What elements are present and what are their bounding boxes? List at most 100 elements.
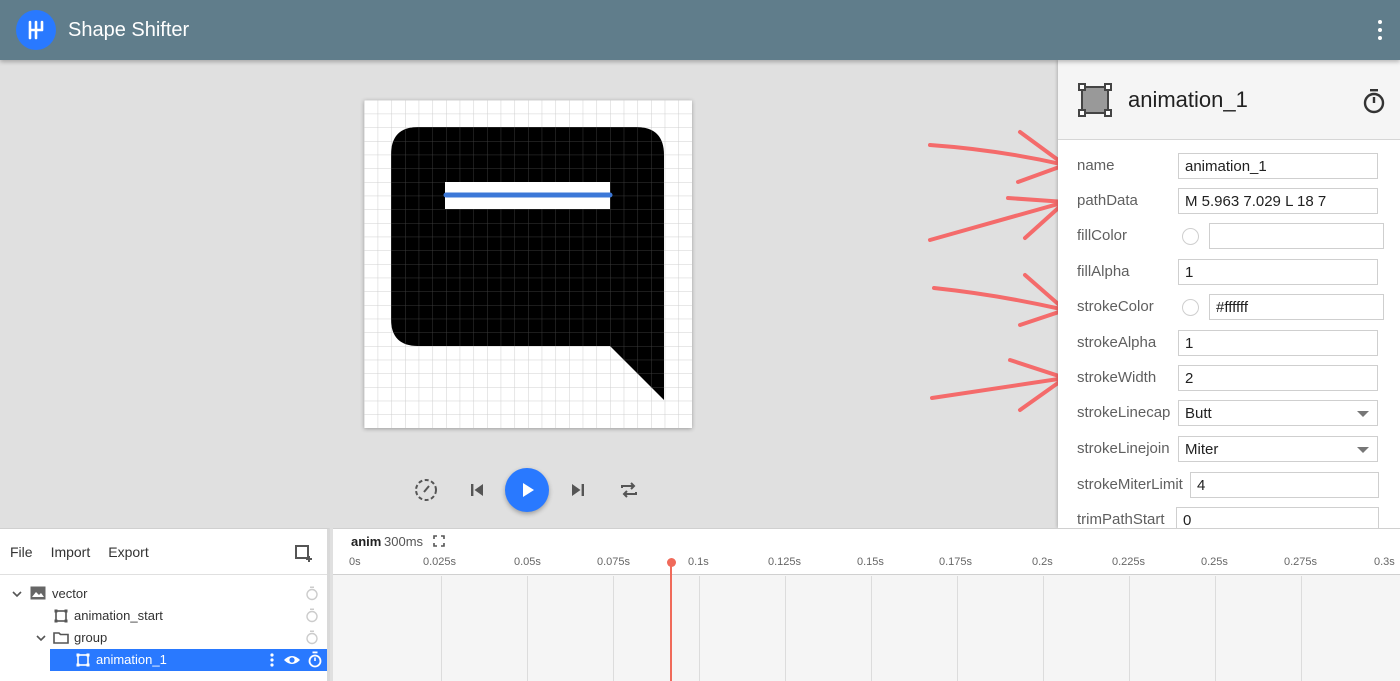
- prop-label: trimPathStart: [1077, 511, 1165, 528]
- layer-panel: File Import Export vector animation_star…: [0, 528, 330, 681]
- timeline-tick: 0.05s: [514, 556, 541, 568]
- path-icon: [54, 609, 68, 623]
- timeline-tick: 0.3s: [1374, 556, 1395, 568]
- strokewidth-input[interactable]: 2: [1178, 365, 1378, 391]
- strokemiterlimit-input[interactable]: 4: [1190, 472, 1379, 498]
- app-header: Shape Shifter: [0, 0, 1400, 60]
- layer-row-animation-1[interactable]: animation_1: [50, 649, 327, 671]
- prop-label: pathData: [1077, 192, 1138, 209]
- folder-icon: [53, 632, 69, 644]
- image-icon: [30, 586, 46, 600]
- prop-label: strokeAlpha: [1077, 334, 1157, 351]
- playhead[interactable]: [670, 562, 672, 681]
- visibility-icon[interactable]: [283, 653, 301, 667]
- prop-row-strokelinejoin: strokeLinejoin Miter: [1058, 432, 1400, 467]
- stopwatch-icon[interactable]: [307, 651, 323, 668]
- timeline-tick: 0.075s: [597, 556, 631, 568]
- trimpathstart-input[interactable]: 0: [1176, 507, 1379, 528]
- chevron-down-icon[interactable]: [36, 633, 46, 643]
- fillalpha-input[interactable]: 1: [1178, 259, 1378, 285]
- timeline-gridline: [871, 576, 872, 681]
- prop-row-strokelinecap: strokeLinecap Butt: [1058, 396, 1400, 431]
- stopwatch-icon[interactable]: [305, 586, 319, 601]
- animation-name[interactable]: anim: [351, 534, 381, 549]
- add-layer-icon[interactable]: [295, 545, 313, 563]
- property-panel: animation_1 name animation_1 pathData M …: [1058, 60, 1400, 528]
- export-menu[interactable]: Export: [108, 544, 148, 560]
- prop-row-fillalpha: fillAlpha 1: [1058, 255, 1400, 290]
- app-logo-icon: [16, 10, 56, 50]
- skip-next-icon[interactable]: [567, 478, 589, 502]
- prop-row-strokealpha: strokeAlpha 1: [1058, 326, 1400, 361]
- timeline-gridline: [441, 576, 442, 681]
- more-options-icon[interactable]: [270, 652, 274, 668]
- playhead-handle[interactable]: [667, 558, 676, 567]
- fullscreen-icon[interactable]: [433, 535, 445, 547]
- timeline-tick: 0s: [349, 556, 361, 568]
- strokecolor-swatch[interactable]: [1182, 299, 1199, 316]
- strokelinejoin-select[interactable]: Miter: [1178, 436, 1378, 462]
- stopwatch-icon[interactable]: [305, 630, 319, 645]
- prop-label: strokeLinejoin: [1077, 440, 1170, 457]
- select-value: Miter: [1185, 441, 1219, 458]
- more-menu-icon[interactable]: [1374, 18, 1386, 42]
- fillcolor-swatch[interactable]: [1182, 228, 1199, 245]
- stopwatch-icon[interactable]: [1362, 88, 1386, 114]
- timeline-gridline: [1129, 576, 1130, 681]
- timeline-tick: 0.1s: [688, 556, 709, 568]
- strokelinecap-select[interactable]: Butt: [1178, 400, 1378, 426]
- prop-label: name: [1077, 157, 1115, 174]
- timeline-gridline: [527, 576, 528, 681]
- prop-label: strokeLinecap: [1077, 404, 1171, 421]
- prop-row-strokecolor: strokeColor #ffffff: [1058, 290, 1400, 325]
- timeline-gridline: [699, 576, 700, 681]
- vector-canvas[interactable]: [364, 100, 692, 428]
- layer-label: group: [74, 630, 108, 645]
- property-title: animation_1: [1128, 86, 1248, 112]
- timeline-tick: 0.2s: [1032, 556, 1053, 568]
- prop-row-pathdata: pathData M 5.963 7.029 L 18 7: [1058, 184, 1400, 219]
- skip-previous-icon[interactable]: [466, 478, 488, 502]
- dropdown-arrow-icon: [1357, 447, 1369, 453]
- layer-row-group[interactable]: group: [0, 627, 327, 649]
- property-header: animation_1: [1058, 60, 1400, 140]
- canvas-area: [0, 60, 1058, 528]
- play-icon: [523, 483, 534, 497]
- path-layer-icon: [1078, 82, 1112, 117]
- file-menu[interactable]: File: [10, 544, 33, 560]
- timeline-tick: 0.275s: [1284, 556, 1318, 568]
- prop-row-strokewidth: strokeWidth 2: [1058, 361, 1400, 396]
- timeline-tick: 0.15s: [857, 556, 884, 568]
- stopwatch-icon[interactable]: [305, 608, 319, 623]
- repeat-icon[interactable]: [616, 477, 642, 503]
- timeline-tick: 0.175s: [939, 556, 973, 568]
- name-input[interactable]: animation_1: [1178, 153, 1378, 179]
- prop-label: fillAlpha: [1077, 263, 1130, 280]
- chevron-down-icon[interactable]: [12, 589, 22, 599]
- prop-row-strokemiterlimit: strokeMiterLimit 4: [1058, 468, 1400, 503]
- fillcolor-input[interactable]: [1209, 223, 1384, 249]
- prop-row-trimpathstart: trimPathStart 0: [1058, 503, 1400, 528]
- playback-speed-icon[interactable]: [412, 476, 440, 504]
- pathdata-input[interactable]: M 5.963 7.029 L 18 7: [1178, 188, 1378, 214]
- timeline-tick: 0.025s: [423, 556, 457, 568]
- prop-row-fillcolor: fillColor: [1058, 219, 1400, 254]
- app-title: Shape Shifter: [68, 18, 190, 41]
- import-menu[interactable]: Import: [51, 544, 91, 560]
- strokecolor-input[interactable]: #ffffff: [1209, 294, 1384, 320]
- select-value: Butt: [1185, 405, 1212, 422]
- prop-label: strokeWidth: [1077, 369, 1157, 386]
- prop-label: strokeMiterLimit: [1077, 476, 1183, 493]
- timeline-header: anim 300ms 0s 0.025s 0.05s 0.075s 0.1s 0…: [333, 529, 1400, 575]
- timeline-tick: 0.125s: [768, 556, 802, 568]
- prop-label: strokeColor: [1077, 298, 1154, 315]
- layer-row-animation-start[interactable]: animation_start: [0, 605, 327, 627]
- play-button[interactable]: [505, 468, 549, 512]
- strokealpha-input[interactable]: 1: [1178, 330, 1378, 356]
- prop-row-name: name animation_1: [1058, 149, 1400, 184]
- playback-controls: [0, 466, 1058, 514]
- arrow-pathdata: [928, 200, 1067, 242]
- animation-duration[interactable]: 300ms: [384, 534, 423, 549]
- timeline-gridline: [613, 576, 614, 681]
- layer-row-vector[interactable]: vector: [0, 583, 327, 605]
